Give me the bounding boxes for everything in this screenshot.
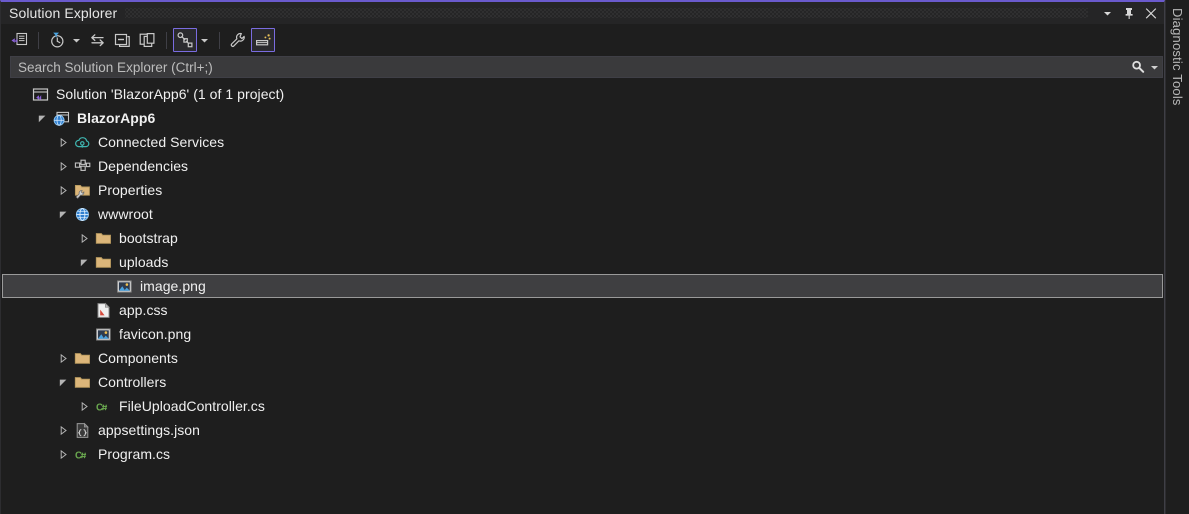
tree-row-label: Solution 'BlazorApp6' (1 of 1 project) xyxy=(56,86,285,102)
tree-row-image-png[interactable]: image.png xyxy=(2,274,1163,298)
tree-row-bootstrap[interactable]: bootstrap xyxy=(2,226,1163,250)
csharp-file-icon: C xyxy=(72,442,92,466)
expander-placeholder xyxy=(97,274,114,298)
wrench-icon[interactable] xyxy=(226,28,250,52)
tree-row-label: Properties xyxy=(98,182,163,198)
tree-row-components[interactable]: Components xyxy=(2,346,1163,370)
tree-row-label: Components xyxy=(98,350,178,366)
web-project-icon xyxy=(51,106,71,130)
expander-collapse-icon[interactable] xyxy=(76,250,93,274)
expander-collapse-icon[interactable] xyxy=(55,370,72,394)
expander-expand-icon[interactable] xyxy=(55,130,72,154)
auto-hide-pin-icon[interactable] xyxy=(1118,3,1140,23)
expander-placeholder xyxy=(76,322,93,346)
pending-changes-chevron-down-icon[interactable] xyxy=(70,28,83,52)
expander-expand-icon[interactable] xyxy=(76,394,93,418)
search-input[interactable]: Search Solution Explorer (Ctrl+;) xyxy=(18,60,1128,75)
solution-explorer-app: Solution Explorer Search Solution Explor… xyxy=(0,0,1189,514)
tree-row-label: FileUploadController.cs xyxy=(119,398,265,414)
clock-filter-icon[interactable] xyxy=(45,28,69,52)
svg-text:C: C xyxy=(75,450,82,461)
folder-icon xyxy=(72,346,92,370)
connected-services-icon xyxy=(72,130,92,154)
tool-window-titlebar[interactable]: Solution Explorer xyxy=(1,2,1164,24)
code-map-chevron-down-icon[interactable] xyxy=(198,28,211,52)
tree-row-appsettings-json[interactable]: appsettings.json xyxy=(2,418,1163,442)
expander-placeholder xyxy=(76,298,93,322)
search-chevron-down-icon[interactable] xyxy=(1148,57,1160,77)
solution-explorer-toolbar xyxy=(1,24,1164,56)
svg-text:C: C xyxy=(96,402,103,413)
tree-row-properties[interactable]: Properties xyxy=(2,178,1163,202)
sync-arrows-icon[interactable] xyxy=(85,28,109,52)
expander-expand-icon[interactable] xyxy=(76,226,93,250)
expander-collapse-icon[interactable] xyxy=(34,106,51,130)
csharp-file-icon: C xyxy=(93,394,113,418)
expander-expand-icon[interactable] xyxy=(55,178,72,202)
tree-row-favicon-png[interactable]: favicon.png xyxy=(2,322,1163,346)
close-icon[interactable] xyxy=(1140,3,1162,23)
right-tab-strip: Diagnostic Tools xyxy=(1165,0,1189,514)
titlebar-drag-handle[interactable] xyxy=(125,8,1088,18)
tree-row-controllers[interactable]: Controllers xyxy=(2,370,1163,394)
tree-row-label: wwwroot xyxy=(98,206,153,222)
solution-icon xyxy=(30,82,50,106)
tree-row-uploads[interactable]: uploads xyxy=(2,250,1163,274)
dependencies-icon xyxy=(72,154,92,178)
tree-row-label: Controllers xyxy=(98,374,167,390)
json-file-icon xyxy=(72,418,92,442)
wwwroot-icon xyxy=(72,202,92,226)
expander-collapse-icon[interactable] xyxy=(55,202,72,226)
properties-folder-icon xyxy=(72,178,92,202)
tree-row-label: Dependencies xyxy=(98,158,189,174)
search-icon[interactable] xyxy=(1128,57,1148,77)
toolbar-separator-2 xyxy=(166,31,167,49)
expander-expand-icon[interactable] xyxy=(55,346,72,370)
tree-row-label: uploads xyxy=(119,254,169,270)
expander-placeholder xyxy=(13,82,30,106)
preview-item-icon[interactable] xyxy=(251,28,275,52)
tab-diagnostic-tools[interactable]: Diagnostic Tools xyxy=(1166,4,1189,110)
toolbar-separator-3 xyxy=(219,31,220,49)
css-file-icon xyxy=(93,298,113,322)
tree-row-connected-services[interactable]: Connected Services xyxy=(2,130,1163,154)
tree-row-program-cs[interactable]: C Program.cs xyxy=(2,442,1163,466)
tree-row-label: bootstrap xyxy=(119,230,178,246)
tool-window-title: Solution Explorer xyxy=(9,5,118,21)
solution-tree[interactable]: Solution 'BlazorApp6' (1 of 1 project) Bl… xyxy=(1,78,1164,514)
tree-row-project-blazorapp6[interactable]: BlazorApp6 xyxy=(2,106,1163,130)
tree-row-label: app.css xyxy=(119,302,168,318)
tree-row-wwwroot[interactable]: wwwroot xyxy=(2,202,1163,226)
tree-row-app-css[interactable]: app.css xyxy=(2,298,1163,322)
tree-row-fileuploadcontroller-cs[interactable]: C FileUploadController.cs xyxy=(2,394,1163,418)
image-file-icon xyxy=(114,274,134,298)
expander-expand-icon[interactable] xyxy=(55,418,72,442)
folder-icon xyxy=(72,370,92,394)
image-file-icon xyxy=(93,322,113,346)
toolbar-separator xyxy=(38,31,39,49)
tree-row-label: appsettings.json xyxy=(98,422,200,438)
folder-icon xyxy=(93,226,113,250)
expander-expand-icon[interactable] xyxy=(55,442,72,466)
window-dropdown-icon[interactable] xyxy=(1096,3,1118,23)
solution-explorer-window: Solution Explorer Search Solution Explor… xyxy=(0,0,1165,514)
expander-expand-icon[interactable] xyxy=(55,154,72,178)
tree-row-label: Program.cs xyxy=(98,446,171,462)
tree-row-label: BlazorApp6 xyxy=(77,110,156,126)
collapse-all-icon[interactable] xyxy=(110,28,134,52)
tree-row-label: Connected Services xyxy=(98,134,225,150)
solution-home-icon[interactable] xyxy=(7,28,31,52)
tree-row-dependencies[interactable]: Dependencies xyxy=(2,154,1163,178)
tree-row-solution[interactable]: Solution 'BlazorApp6' (1 of 1 project) xyxy=(2,82,1163,106)
tree-row-label: image.png xyxy=(140,278,206,294)
folder-icon xyxy=(93,250,113,274)
show-all-files-icon[interactable] xyxy=(135,28,159,52)
tree-row-label: favicon.png xyxy=(119,326,192,342)
search-solution-explorer-box[interactable]: Search Solution Explorer (Ctrl+;) xyxy=(10,56,1163,78)
code-map-icon[interactable] xyxy=(173,28,197,52)
